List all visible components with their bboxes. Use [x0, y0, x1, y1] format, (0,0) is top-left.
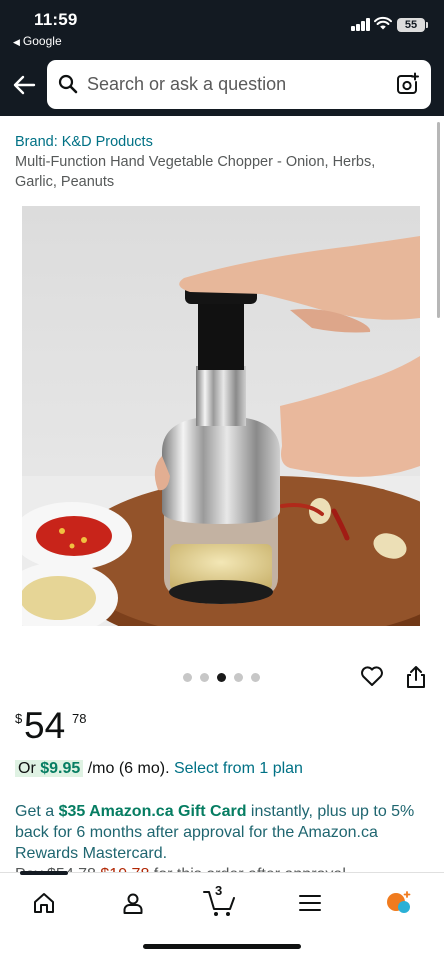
installment-terms: /mo (6 mo).: [87, 760, 170, 777]
nav-home[interactable]: [22, 885, 66, 921]
back-to-app-link[interactable]: ◀ Google: [13, 34, 62, 48]
back-arrow-icon[interactable]: [10, 71, 38, 99]
installment-prefix: Or: [18, 760, 36, 777]
installment-offer: Or $9.95 /mo (6 mo). Select from 1 plan: [15, 760, 303, 778]
carousel-dot[interactable]: [234, 673, 243, 682]
search-input[interactable]: [87, 60, 387, 109]
price-currency: $: [15, 711, 23, 726]
home-indicator[interactable]: [143, 944, 301, 949]
product-title: Multi-Function Hand Vegetable Chopper - …: [15, 154, 376, 190]
product-image[interactable]: [22, 206, 420, 626]
nav-rufus[interactable]: [377, 885, 421, 921]
wifi-icon: [374, 16, 392, 30]
nav-account[interactable]: [111, 885, 155, 921]
carousel-dot[interactable]: [200, 673, 209, 682]
heart-icon[interactable]: [360, 665, 384, 687]
nav-active-indicator: [20, 871, 68, 875]
battery-icon: 55: [397, 18, 428, 32]
camera-search-icon[interactable]: [395, 72, 419, 96]
price-whole: 54: [24, 705, 66, 746]
cart-count-badge: 3: [215, 883, 223, 898]
carousel-dot[interactable]: [251, 673, 260, 682]
price-fraction: 78: [72, 711, 87, 726]
carousel-dot[interactable]: [183, 673, 192, 682]
share-icon[interactable]: [405, 665, 427, 689]
promo-gift-card: $35 Amazon.ca Gift Card: [58, 803, 247, 820]
gift-card-promo[interactable]: Get a $35 Amazon.ca Gift Card instantly,…: [15, 801, 425, 864]
select-plan-link[interactable]: Select from 1 plan: [174, 760, 303, 777]
search-icon: [58, 74, 78, 94]
carousel-dot-active[interactable]: [217, 673, 226, 682]
status-time: 11:59: [34, 10, 78, 29]
nav-cart[interactable]: 3: [198, 883, 242, 921]
installment-amount: $9.95: [40, 760, 81, 777]
account-icon: [123, 893, 143, 914]
menu-icon: [299, 895, 321, 911]
status-bar: 11:59 ◀ Google 55: [0, 0, 444, 56]
image-carousel-dots[interactable]: [183, 673, 260, 682]
scrollbar[interactable]: [437, 122, 440, 318]
installment-highlight: Or $9.95: [15, 760, 84, 777]
cellular-signal-icon: [351, 18, 371, 31]
back-triangle-icon: ◀: [13, 37, 20, 47]
search-box[interactable]: [47, 60, 431, 109]
search-header: [0, 56, 444, 116]
rufus-chat-icon: [387, 891, 411, 913]
chopper-photo: [22, 206, 420, 626]
promo-text-before: Get a: [15, 803, 59, 820]
home-icon: [34, 893, 54, 913]
brand-link[interactable]: Brand: K&D Products: [15, 134, 153, 150]
back-app-label: Google: [22, 34, 62, 48]
nav-menu[interactable]: [288, 885, 332, 921]
